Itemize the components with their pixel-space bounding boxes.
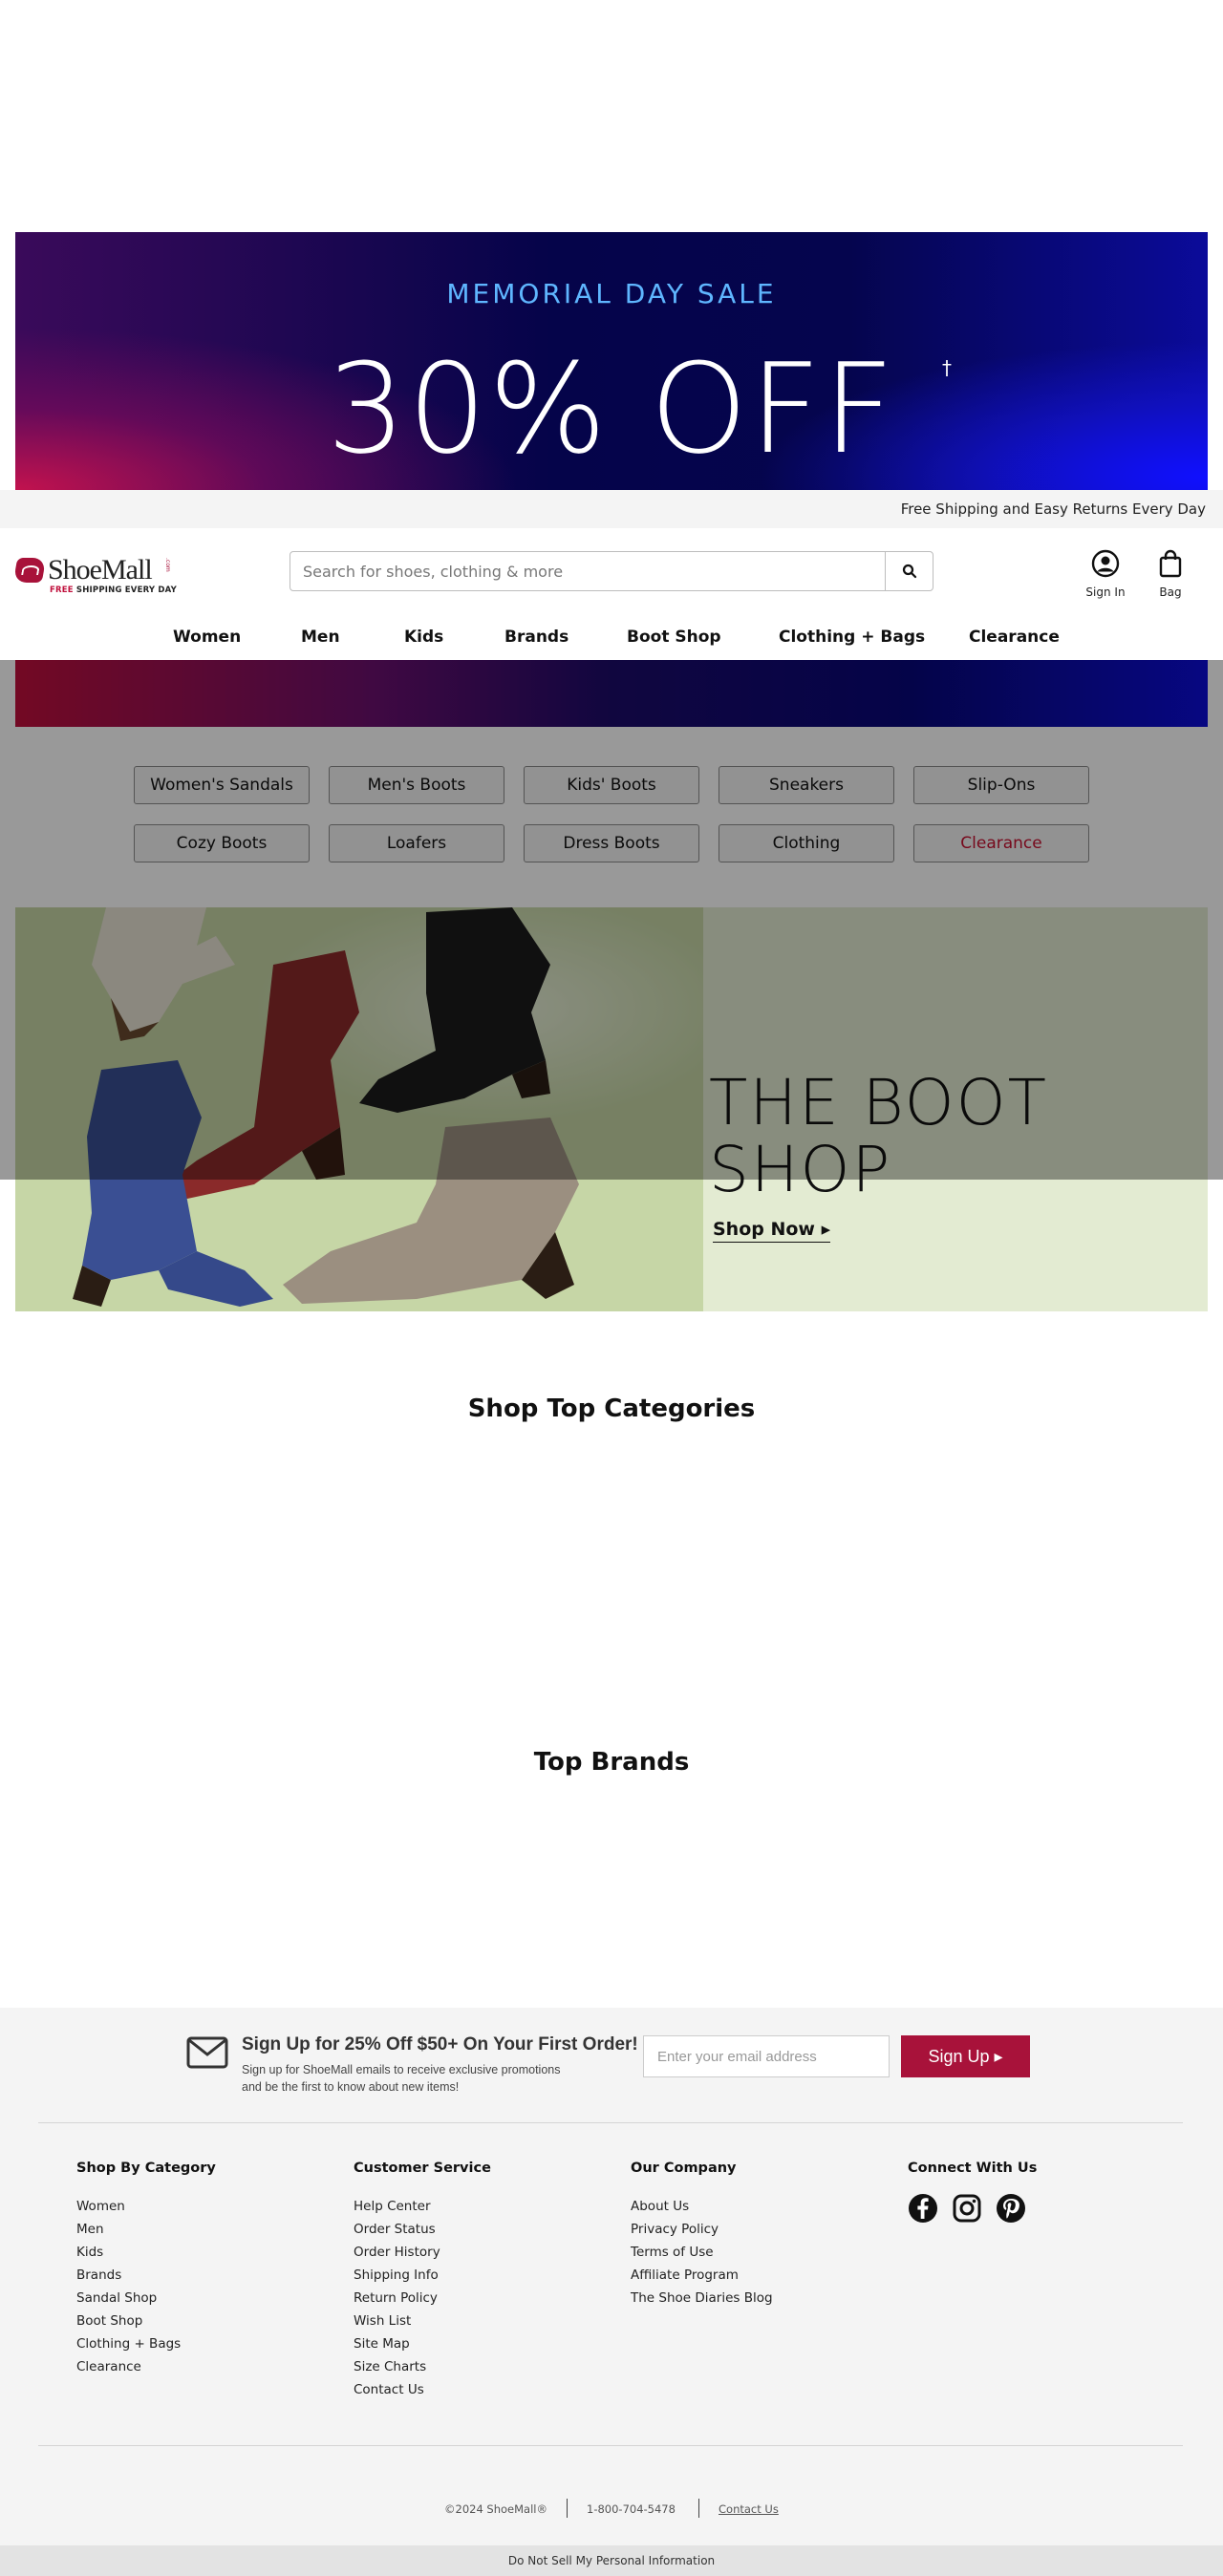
bag-button[interactable]: Bag [1137,549,1204,599]
memorial-day-banner[interactable]: MEMORIAL DAY SALE 30% OFF † [15,232,1208,490]
footer-divider-top [38,2122,1183,2123]
footer-link-boot-shop[interactable]: Boot Shop [76,2310,216,2332]
signup-subtitle: Sign up for ShoeMall emails to receive e… [242,2061,605,2096]
shoemall-logo[interactable]: ShoeMall .com FREE SHIPPING EVERY DAY [12,554,178,597]
user-icon [1091,549,1120,578]
footer-link-order-status[interactable]: Order Status [354,2218,491,2241]
footer-link-about-us[interactable]: About Us [631,2195,773,2218]
email-signup: Sign Up for 25% Off $50+ On Your First O… [186,2033,1046,2094]
shipping-bar: Free Shipping and Easy Returns Every Day [0,490,1223,528]
footer-link-order-history[interactable]: Order History [354,2241,491,2264]
footer-link-help-center[interactable]: Help Center [354,2195,491,2218]
footer-col-title: Our Company [631,2161,737,2176]
signup-title: Sign Up for 25% Off $50+ On Your First O… [242,2034,638,2054]
shop-now-link[interactable]: Shop Now ▸ [713,1219,831,1243]
do-not-sell-link[interactable]: Do Not Sell My Personal Information [0,2545,1223,2576]
instagram-icon[interactable] [952,2193,982,2224]
footer-col-customer-service: Customer Service Help Center Order Statu… [354,2161,491,2401]
nav-brands[interactable]: Brands [504,628,569,647]
banner-headline: 30% OFF [326,336,897,481]
envelope-icon [186,2036,228,2069]
footer-link-size-charts[interactable]: Size Charts [354,2355,491,2378]
signup-subtitle-line2: and be the first to know about new items… [242,2080,460,2094]
dim-overlay [0,660,1223,1180]
legal-bar: ©2024 ShoeMall® 1-800-704-5478 Contact U… [0,2499,1223,2522]
banner-dagger: † [942,356,952,379]
shoe-logo-icon [12,558,47,583]
nav-clearance[interactable]: Clearance [969,628,1060,647]
footer-link-terms-of-use[interactable]: Terms of Use [631,2241,773,2264]
footer-col-title: Customer Service [354,2161,491,2176]
site-header: ShoeMall .com FREE SHIPPING EVERY DAY Si… [0,528,1223,660]
footer-link-brands[interactable]: Brands [76,2264,216,2287]
sign-up-button[interactable]: Sign Up ▸ [901,2035,1030,2077]
search-button[interactable] [885,552,933,590]
search-icon [902,564,916,579]
sign-in-button[interactable]: Sign In [1072,549,1139,599]
footer-divider-bottom [38,2445,1183,2446]
social-title: Connect With Us [908,2161,1038,2176]
nav-men[interactable]: Men [301,628,340,647]
top-brands-title: Top Brands [533,1748,690,1777]
phone-number: 1-800-704-5478 [587,2502,676,2516]
site-footer: Sign Up for 25% Off $50+ On Your First O… [0,2008,1223,2576]
nav-boot-shop[interactable]: Boot Shop [627,628,721,647]
contact-us-link[interactable]: Contact Us [719,2502,779,2516]
legal-separator [567,2499,568,2518]
bag-label: Bag [1159,585,1182,599]
email-input[interactable] [643,2035,890,2077]
footer-link-men[interactable]: Men [76,2218,216,2241]
footer-link-privacy-policy[interactable]: Privacy Policy [631,2218,773,2241]
shop-top-categories-title: Shop Top Categories [467,1394,756,1423]
nav-kids[interactable]: Kids [404,628,443,647]
footer-link-clearance[interactable]: Clearance [76,2355,216,2378]
footer-col-our-company: Our Company About Us Privacy Policy Term… [631,2161,773,2310]
search-input[interactable] [290,552,885,590]
logo-tagline-free: FREE [50,585,74,595]
logo-wordmark: ShoeMall [48,554,153,585]
logo-tm: .com [164,558,171,572]
social-links: Connect With Us [908,2161,1038,2223]
sign-in-label: Sign In [1085,585,1126,599]
footer-link-kids[interactable]: Kids [76,2241,216,2264]
social-icons [908,2193,1041,2225]
signup-subtitle-line1: Sign up for ShoeMall emails to receive e… [242,2063,561,2076]
footer-link-contact-us[interactable]: Contact Us [354,2378,491,2401]
footer-col-shop-by-category: Shop By Category Women Men Kids Brands S… [76,2161,216,2378]
nav-clothing-bags[interactable]: Clothing + Bags [779,628,925,647]
shopping-bag-icon [1159,549,1182,578]
search-box [290,551,933,591]
footer-col-title: Shop By Category [76,2161,216,2176]
shipping-text: Free Shipping and Easy Returns Every Day [900,500,1206,518]
footer-link-shoe-diaries-blog[interactable]: The Shoe Diaries Blog [631,2287,773,2310]
footer-link-shipping-info[interactable]: Shipping Info [354,2264,491,2287]
banner-eyebrow: MEMORIAL DAY SALE [446,278,777,309]
logo-tagline-rest: SHIPPING EVERY DAY [73,585,177,595]
nav-women[interactable]: Women [173,628,241,647]
main-nav: Women Men Kids Brands Boot Shop Clothing… [0,622,1223,660]
footer-link-women[interactable]: Women [76,2195,216,2218]
legal-separator [698,2499,699,2518]
page: MEMORIAL DAY SALE 30% OFF † Free Shippin… [0,0,1223,2576]
footer-link-return-policy[interactable]: Return Policy [354,2287,491,2310]
footer-link-wish-list[interactable]: Wish List [354,2310,491,2332]
copyright: ©2024 ShoeMall® [444,2502,547,2516]
facebook-icon[interactable] [908,2193,938,2224]
footer-link-sandal-shop[interactable]: Sandal Shop [76,2287,216,2310]
footer-link-affiliate-program[interactable]: Affiliate Program [631,2264,773,2287]
footer-link-clothing-bags[interactable]: Clothing + Bags [76,2332,216,2355]
logo-tagline: FREE SHIPPING EVERY DAY [50,585,177,595]
footer-link-site-map[interactable]: Site Map [354,2332,491,2355]
pinterest-icon[interactable] [996,2193,1026,2224]
